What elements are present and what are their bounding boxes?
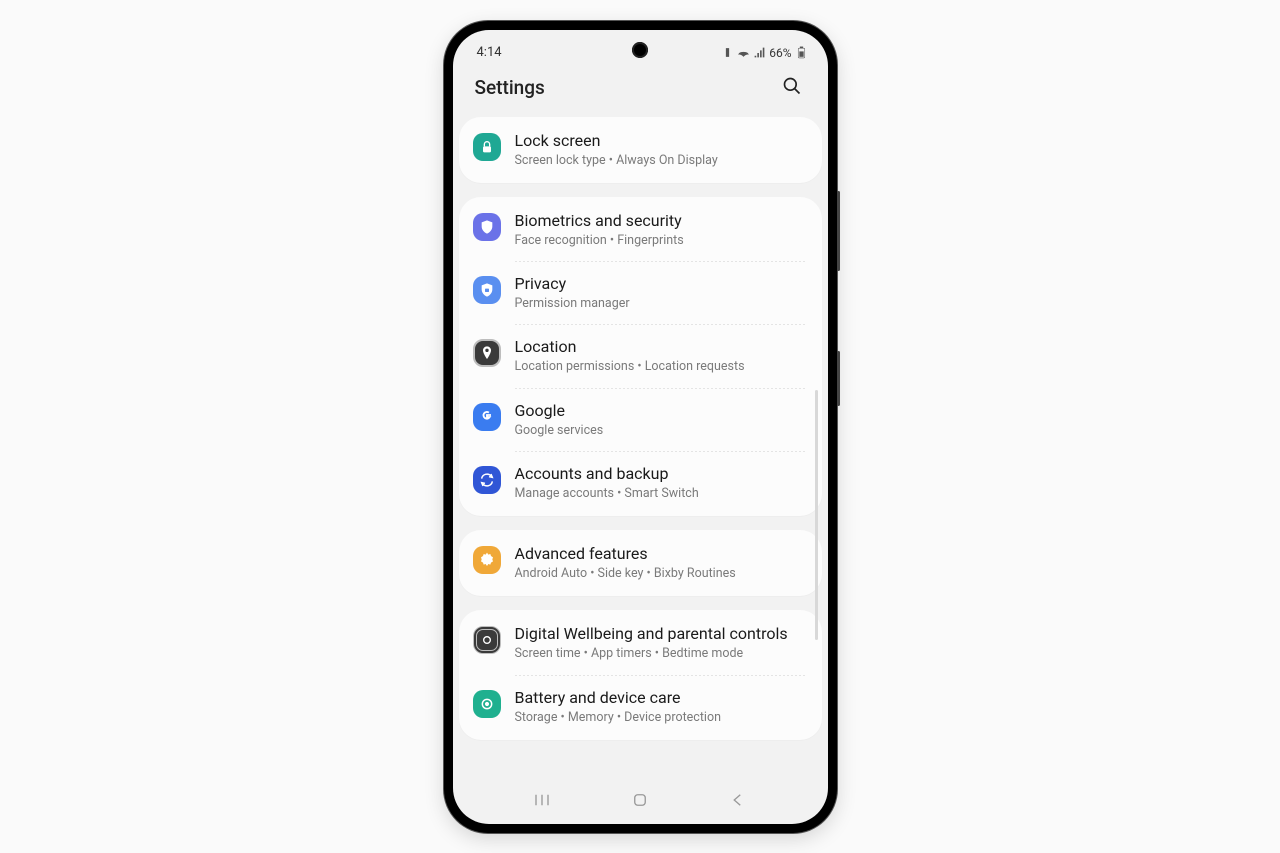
item-subtitle: Screen lock type • Always On Display [515,153,806,169]
item-subtitle: Android Auto • Side key • Bixby Routines [515,566,806,582]
item-title: Biometrics and security [515,211,806,231]
item-subtitle: Location permissions • Location requests [515,359,806,375]
back-icon [729,791,747,809]
settings-item-privacy[interactable]: Privacy Permission manager [459,262,822,324]
front-camera [632,42,648,58]
care-icon [473,690,501,718]
screen: 4:14 66% Settings Lock screen Screen lock… [453,30,828,824]
item-subtitle: Manage accounts • Smart Switch [515,486,806,502]
settings-group: Lock screen Screen lock type • Always On … [459,117,822,183]
item-text: Advanced features Android Auto • Side key… [515,544,806,582]
app-header: Settings [453,62,828,117]
item-text: Privacy Permission manager [515,274,806,312]
phone-frame: 4:14 66% Settings Lock screen Screen lock… [444,21,837,833]
settings-item-advanced[interactable]: Advanced features Android Auto • Side key… [459,532,822,594]
battery-icon [795,46,808,59]
side-button-power [837,351,840,406]
wifi-icon [737,46,750,59]
shield-lock-icon [473,276,501,304]
settings-item-battery[interactable]: Battery and device care Storage • Memory … [459,676,822,738]
pin-icon [473,339,501,367]
sync-icon [473,466,501,494]
page-title: Settings [475,76,545,99]
search-icon [782,76,802,96]
settings-group: Digital Wellbeing and parental controls S… [459,610,822,740]
item-title: Accounts and backup [515,464,806,484]
settings-item-google[interactable]: Google Google services [459,389,822,451]
item-title: Battery and device care [515,688,806,708]
item-title: Lock screen [515,131,806,151]
search-button[interactable] [778,72,806,103]
gear-icon [473,546,501,574]
item-title: Location [515,337,806,357]
side-button-volume [837,191,840,271]
home-icon [631,791,649,809]
battery-percent: 66% [769,46,791,60]
nav-home[interactable] [613,785,667,818]
settings-item-accounts[interactable]: Accounts and backup Manage accounts • Sma… [459,452,822,514]
settings-item-lock-screen[interactable]: Lock screen Screen lock type • Always On … [459,119,822,181]
item-text: Location Location permissions • Location … [515,337,806,375]
settings-group: Advanced features Android Auto • Side key… [459,530,822,596]
item-text: Accounts and backup Manage accounts • Sma… [515,464,806,502]
item-subtitle: Face recognition • Fingerprints [515,233,806,249]
signal-icon [753,46,766,59]
settings-list[interactable]: Lock screen Screen lock type • Always On … [453,117,828,784]
recents-icon [533,791,551,809]
item-title: Privacy [515,274,806,294]
g-icon [473,403,501,431]
circle-icon [473,626,501,654]
nav-recents[interactable] [515,785,569,818]
status-icons: 66% [721,46,807,60]
settings-item-wellbeing[interactable]: Digital Wellbeing and parental controls S… [459,612,822,674]
item-text: Battery and device care Storage • Memory … [515,688,806,726]
item-text: Digital Wellbeing and parental controls S… [515,624,806,662]
item-subtitle: Storage • Memory • Device protection [515,710,806,726]
nav-bar [453,784,828,824]
item-subtitle: Screen time • App timers • Bedtime mode [515,646,806,662]
settings-item-location[interactable]: Location Location permissions • Location … [459,325,822,387]
item-text: Biometrics and security Face recognition … [515,211,806,249]
vibrate-icon [721,46,734,59]
item-text: Lock screen Screen lock type • Always On … [515,131,806,169]
item-title: Advanced features [515,544,806,564]
lock-icon [473,133,501,161]
shield-icon [473,213,501,241]
item-text: Google Google services [515,401,806,439]
settings-item-biometrics[interactable]: Biometrics and security Face recognition … [459,199,822,261]
scrollbar[interactable] [815,390,818,640]
nav-back[interactable] [711,785,765,818]
status-time: 4:14 [477,45,502,60]
item-subtitle: Google services [515,423,806,439]
item-title: Digital Wellbeing and parental controls [515,624,806,644]
settings-group: Biometrics and security Face recognition … [459,197,822,516]
item-title: Google [515,401,806,421]
item-subtitle: Permission manager [515,296,806,312]
